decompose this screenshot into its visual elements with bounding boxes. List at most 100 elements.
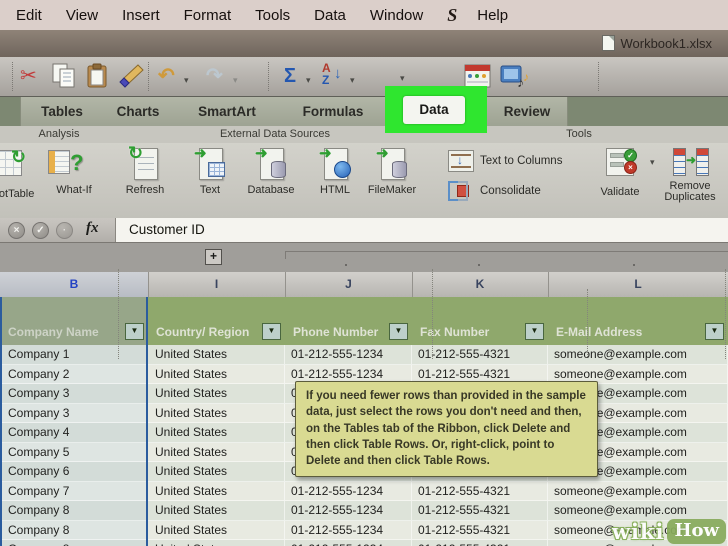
header-country-region[interactable]: Country/ Region ▼ [148, 297, 286, 345]
cell-email[interactable]: someone@example.com [548, 345, 728, 365]
autosum-dropdown-icon[interactable]: ▾ [306, 75, 311, 86]
validate-button[interactable]: ✓ × Validate [592, 145, 648, 198]
cell-company[interactable]: Company 7 [0, 482, 148, 502]
remove-duplicates-button[interactable]: ➜ Remove Duplicates [654, 145, 726, 203]
cell-fax[interactable]: 01-212-555-4321 [412, 501, 548, 521]
cell-country[interactable]: United States [148, 462, 285, 482]
formula-input[interactable]: Customer ID [116, 218, 728, 243]
import-database-button[interactable]: ➜ Database [240, 146, 302, 196]
menu-help[interactable]: Help [477, 7, 508, 24]
menu-view[interactable]: View [66, 7, 98, 24]
cell-fax[interactable]: 01-212-555-4321 [412, 482, 548, 502]
media-browser-icon[interactable]: ♪♪ [500, 63, 530, 89]
pivottable-button[interactable]: ↻ PivotTable [0, 146, 48, 200]
cell-company[interactable]: Company 8 [0, 501, 148, 521]
fx-icon[interactable]: fx [86, 220, 99, 237]
menu-insert[interactable]: Insert [122, 7, 160, 24]
autosum-icon[interactable]: Σ [284, 63, 296, 89]
header-company-name[interactable]: Company Name ▼ [0, 297, 149, 345]
cell-country[interactable]: United States [148, 365, 285, 385]
group-analysis-label: Analysis [0, 128, 118, 140]
table-row[interactable]: Company 1 United States 01-212-555-1234 … [0, 345, 728, 365]
undo-dropdown-icon[interactable]: ▾ [184, 75, 189, 86]
tab-formulas[interactable]: Formulas [280, 97, 387, 127]
cell-country[interactable]: United States [148, 404, 285, 424]
undo-icon[interactable]: ↶ [158, 63, 175, 89]
tab-charts[interactable]: Charts [102, 97, 175, 127]
cell-country[interactable]: United States [148, 423, 285, 443]
refresh-button[interactable]: ↻ Refresh [116, 146, 174, 196]
redo-dropdown-icon[interactable]: ▾ [233, 75, 238, 86]
menu-edit[interactable]: Edit [16, 7, 42, 24]
cell-email[interactable]: someone@example.com [548, 482, 728, 502]
cell-company[interactable]: Company 3 [0, 384, 148, 404]
cell-fax[interactable]: 01-212-555-4321 [412, 521, 548, 541]
column-header-l[interactable]: L [548, 272, 728, 297]
cell-country[interactable]: United States [148, 540, 285, 546]
header-phone-number[interactable]: Phone Number ▼ [285, 297, 413, 345]
sort-dropdown-icon[interactable]: ▾ [350, 75, 355, 86]
cell-phone[interactable]: 01-212-555-1234 [285, 501, 412, 521]
format-painter-icon[interactable] [118, 63, 144, 89]
header-email-address[interactable]: E-Mail Address ▼ [548, 297, 728, 345]
menu-window[interactable]: Window [370, 7, 423, 24]
cell-company[interactable]: Company 1 [0, 345, 148, 365]
cell-country[interactable]: United States [148, 521, 285, 541]
cell-phone[interactable]: 01-212-555-1234 [285, 540, 412, 546]
cell-company[interactable]: Company 2 [0, 365, 148, 385]
copy-icon[interactable] [52, 63, 76, 89]
cell-country[interactable]: United States [148, 345, 285, 365]
paste-icon[interactable] [86, 63, 110, 89]
import-html-button[interactable]: ➜ HTML [312, 146, 358, 196]
filter-dropdown-icon[interactable]: ▼ [262, 323, 281, 340]
cell-country[interactable]: United States [148, 482, 285, 502]
redo-icon[interactable]: ↷ [206, 63, 223, 89]
filter-dropdown-icon[interactable]: ▼ [389, 323, 408, 340]
cell-phone[interactable]: 01-212-555-1234 [285, 345, 412, 365]
cut-icon[interactable]: ✂ [20, 63, 37, 89]
cell-email[interactable]: someone@example.com [548, 501, 728, 521]
tab-review[interactable]: Review [487, 97, 568, 127]
filter-dropdown-icon[interactable]: ▼ [125, 323, 144, 340]
tab-data-active[interactable]: Data [403, 96, 465, 124]
accept-entry-icon[interactable]: ✓ [32, 222, 49, 239]
cell-company[interactable]: Company 3 [0, 404, 148, 424]
menu-format[interactable]: Format [184, 7, 232, 24]
cell-phone[interactable]: 01-212-555-1234 [285, 482, 412, 502]
cell-country[interactable]: United States [148, 384, 285, 404]
table-row[interactable]: Company 7 United States 01-212-555-1234 … [0, 482, 728, 502]
filter-dropdown-icon[interactable]: ▾ [400, 73, 405, 84]
cell-country[interactable]: United States [148, 501, 285, 521]
cell-phone[interactable]: 01-212-555-1234 [285, 521, 412, 541]
tab-smartart[interactable]: SmartArt [174, 97, 281, 127]
consolidate-icon[interactable] [448, 180, 472, 200]
entry-dot-icon[interactable]: · [56, 222, 73, 239]
text-to-columns-icon[interactable]: ↓ [448, 150, 474, 172]
filter-dropdown-icon[interactable]: ▼ [525, 323, 544, 340]
cell-company[interactable]: Company 8 [0, 521, 148, 541]
cell-company[interactable]: Company 8 [0, 540, 148, 546]
filter-dropdown-icon[interactable]: ▼ [705, 323, 724, 340]
import-arrow-icon: ➜ [376, 144, 389, 162]
cell-country[interactable]: United States [148, 443, 285, 463]
tab-tables[interactable]: Tables [20, 97, 104, 127]
menu-data[interactable]: Data [314, 7, 346, 24]
cell-company[interactable]: Company 5 [0, 443, 148, 463]
column-header-b[interactable]: B [0, 272, 149, 297]
cell-company[interactable]: Company 6 [0, 462, 148, 482]
cancel-entry-icon[interactable]: × [8, 222, 25, 239]
import-filemaker-button[interactable]: ➜ FileMaker [360, 146, 424, 196]
column-header-i[interactable]: I [148, 272, 286, 297]
table-row[interactable]: Company 8 United States 01-212-555-1234 … [0, 501, 728, 521]
menu-tools[interactable]: Tools [255, 7, 290, 24]
consolidate-label[interactable]: Consolidate [480, 185, 541, 197]
import-text-button[interactable]: ➜ Text [186, 146, 234, 196]
script-menu-icon[interactable]: S [447, 5, 457, 26]
whatif-button[interactable]: ? What-If [44, 146, 104, 196]
text-to-columns-label[interactable]: Text to Columns [480, 155, 562, 167]
sort-icon[interactable]: A Z ↓ [322, 63, 348, 90]
cell-company[interactable]: Company 4 [0, 423, 148, 443]
cell-fax[interactable]: 01-212-555-4321 [412, 540, 548, 546]
add-sheet-button[interactable]: + [205, 249, 222, 265]
column-header-j[interactable]: J [285, 272, 413, 297]
